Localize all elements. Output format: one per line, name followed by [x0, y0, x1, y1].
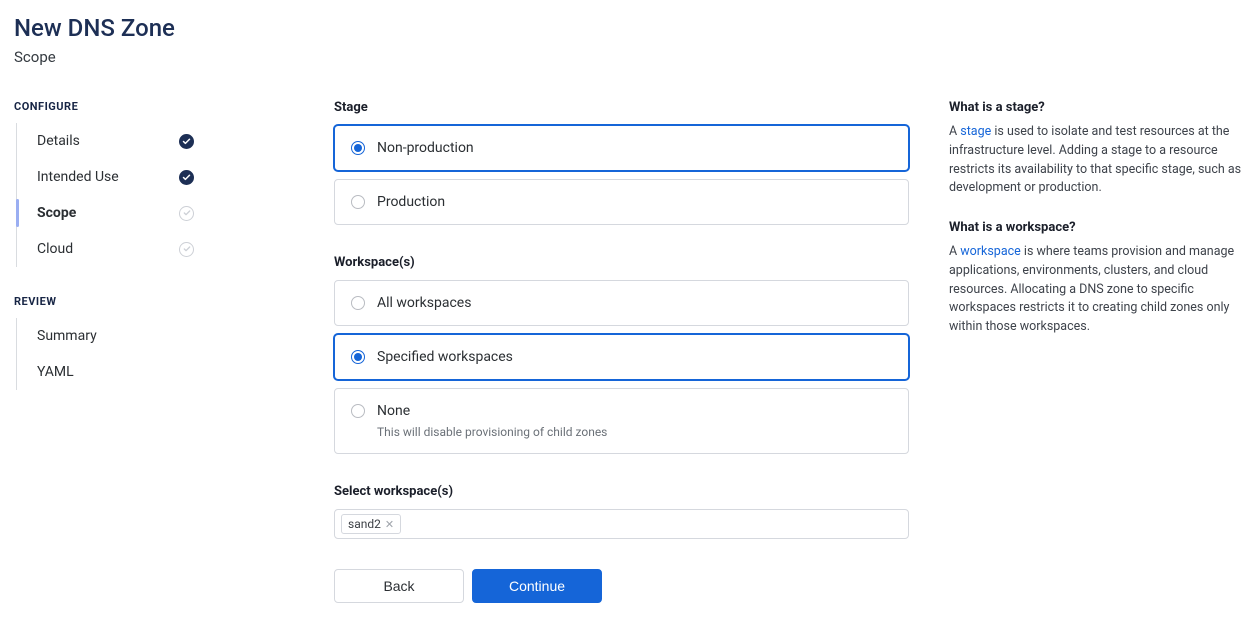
radio-label: Production [377, 194, 445, 210]
workspace-multiselect[interactable]: sand2 ✕ [334, 509, 909, 539]
radio-non-production[interactable]: Non-production [334, 125, 909, 171]
radio-icon [351, 296, 365, 310]
close-icon[interactable]: ✕ [385, 518, 394, 531]
radio-all-workspaces[interactable]: All workspaces [334, 280, 909, 326]
help-text-fragment: A [949, 124, 960, 139]
sidebar-item-label: Intended Use [37, 169, 119, 185]
check-pending-icon [179, 242, 194, 257]
stage-label: Stage [334, 100, 909, 115]
page-title: New DNS Zone [14, 14, 1237, 42]
back-button[interactable]: Back [334, 569, 464, 603]
sidebar-item-intended-use[interactable]: Intended Use [17, 159, 294, 195]
stage-link[interactable]: stage [960, 124, 991, 139]
sidebar-item-scope[interactable]: Scope [17, 195, 294, 231]
select-workspaces-label: Select workspace(s) [334, 484, 909, 499]
sidebar-item-label: Details [37, 133, 80, 149]
radio-icon [351, 195, 365, 209]
form-main: Stage Non-production Production Workspac… [334, 100, 909, 603]
check-icon [179, 170, 194, 185]
help-workspace-text: A workspace is where teams provision and… [949, 243, 1244, 337]
sidebar-section-review: REVIEW [14, 295, 294, 308]
help-stage-text: A stage is used to isolate and test reso… [949, 123, 1244, 198]
sidebar-item-label: Scope [37, 205, 76, 221]
workspace-link[interactable]: workspace [960, 244, 1021, 259]
radio-icon [351, 350, 365, 364]
help-text-fragment: A [949, 244, 960, 259]
radio-label: Non-production [377, 140, 474, 156]
sidebar-section-configure: CONFIGURE [14, 100, 294, 113]
radio-subtext: This will disable provisioning of child … [377, 425, 892, 439]
radio-icon [351, 141, 365, 155]
radio-icon [351, 404, 365, 418]
help-panel: What is a stage? A stage is used to isol… [949, 100, 1244, 603]
sidebar-item-label: YAML [37, 364, 74, 380]
radio-label: Specified workspaces [377, 349, 513, 365]
help-stage-heading: What is a stage? [949, 100, 1244, 115]
help-text-fragment: is used to isolate and test resources at… [949, 124, 1241, 195]
sidebar-item-label: Summary [37, 328, 97, 344]
sidebar-item-yaml[interactable]: YAML [17, 354, 294, 390]
radio-label: All workspaces [377, 295, 471, 311]
wizard-sidebar: CONFIGURE Details Intended Use Scope [14, 100, 294, 603]
continue-button[interactable]: Continue [472, 569, 602, 603]
sidebar-item-summary[interactable]: Summary [17, 318, 294, 354]
sidebar-item-cloud[interactable]: Cloud [17, 231, 294, 267]
page-subtitle: Scope [14, 48, 1237, 66]
radio-specified-workspaces[interactable]: Specified workspaces [334, 334, 909, 380]
radio-label: None [377, 403, 410, 419]
workspaces-radio-group: All workspaces Specified workspaces None… [334, 280, 909, 454]
help-workspace-heading: What is a workspace? [949, 220, 1244, 235]
check-icon [179, 134, 194, 149]
radio-none[interactable]: None This will disable provisioning of c… [334, 388, 909, 454]
workspace-chip: sand2 ✕ [341, 514, 401, 534]
sidebar-item-details[interactable]: Details [17, 123, 294, 159]
stage-radio-group: Non-production Production [334, 125, 909, 225]
radio-production[interactable]: Production [334, 179, 909, 225]
check-pending-icon [179, 206, 194, 221]
chip-label: sand2 [348, 517, 381, 531]
workspaces-label: Workspace(s) [334, 255, 909, 270]
sidebar-item-label: Cloud [37, 241, 73, 257]
